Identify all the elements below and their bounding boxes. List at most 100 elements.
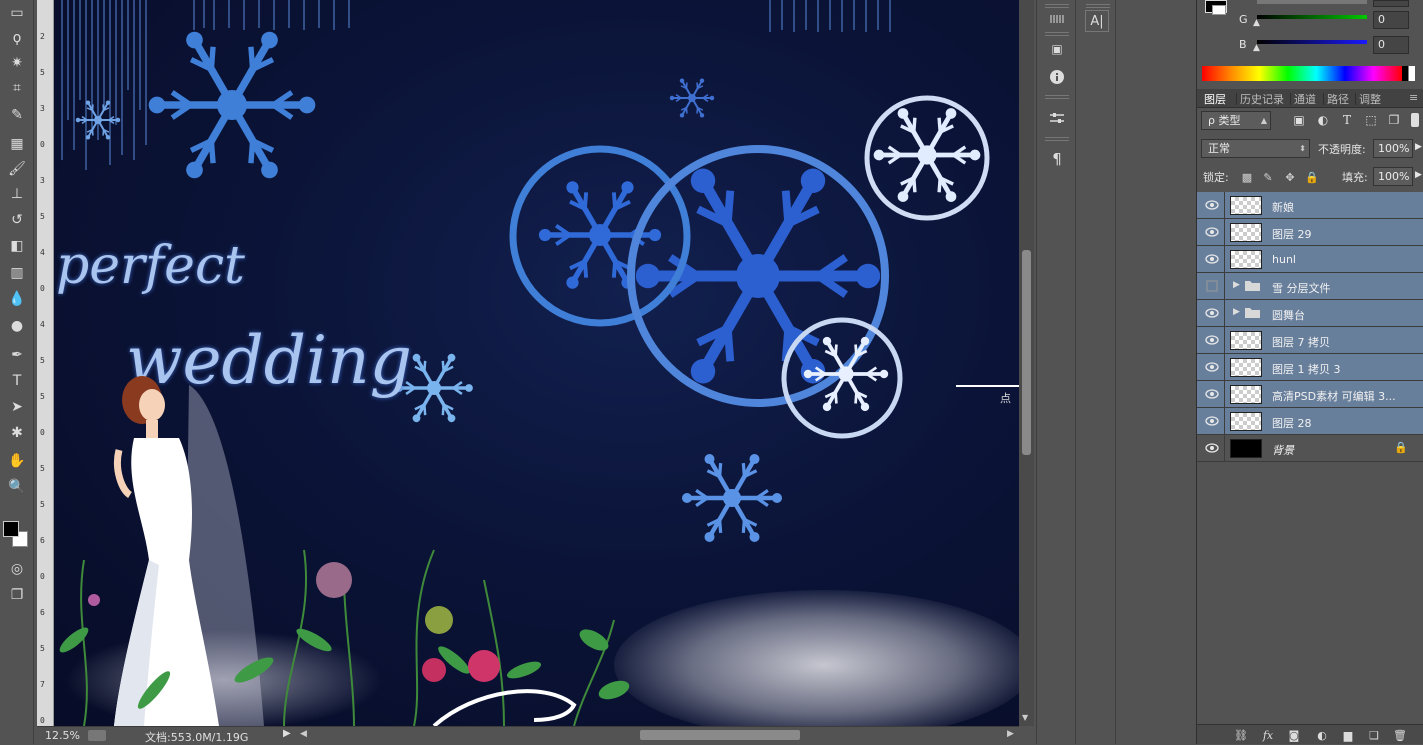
eye-icon[interactable] [1205,333,1219,347]
g-value-field[interactable]: 0 [1373,11,1409,29]
scroll-left-icon[interactable]: ◀ [300,729,307,739]
horizontal-scrollbar-thumb[interactable] [640,730,800,740]
layer-row[interactable]: 图层 1 拷贝 3 [1197,354,1423,381]
scroll-right-icon[interactable]: ▶ [1007,729,1014,739]
layer-thumbnail[interactable] [1230,331,1262,350]
lock-transparent-pixels-icon[interactable]: ▩ [1240,170,1254,184]
filter-pixel-icon[interactable]: ▣ [1292,113,1306,127]
tab-2[interactable]: 通道 [1294,91,1316,107]
status-menu-arrow-icon[interactable]: ▶ [283,728,291,739]
b-value-field[interactable]: 0 [1373,36,1409,54]
b-slider-track[interactable] [1257,40,1367,44]
lock-position-icon[interactable]: ✥ [1283,170,1297,184]
zoom-tool-icon[interactable]: 🔍 [5,476,29,498]
character-panel-icon[interactable]: A| [1085,10,1109,32]
panel-menu-icon[interactable]: ≡ [1409,91,1418,104]
color-spectrum-bar[interactable] [1202,66,1415,81]
new-layer-icon[interactable]: ❏ [1367,728,1381,742]
hidden-visibility-box[interactable] [1205,279,1219,293]
lock-all-icon[interactable]: 🔒 [1305,170,1319,184]
eye-icon[interactable] [1205,441,1219,455]
layer-thumbnail[interactable] [1230,412,1262,431]
clone-stamp-icon[interactable]: ⊥ [5,183,29,205]
healing-brush-icon[interactable]: ▦ [5,133,29,155]
lock-image-pixels-icon[interactable]: ✎ [1261,170,1275,184]
properties-sliders-icon[interactable] [1045,107,1069,129]
eraser-icon[interactable]: ◧ [5,235,29,257]
eye-icon[interactable] [1205,198,1219,212]
r-value-field[interactable] [1373,0,1409,7]
filter-toggle-switch[interactable] [1411,113,1419,127]
layer-row[interactable]: 图层 7 拷贝 [1197,327,1423,354]
custom-shape-icon[interactable]: ✱ [5,422,29,444]
opacity-field[interactable]: 100% [1373,139,1413,158]
fill-dropdown-icon[interactable]: ▶ [1415,170,1422,180]
new-adjustment-layer-icon[interactable]: ◐ [1315,728,1329,742]
tab-3[interactable]: 路径 [1327,91,1349,107]
gradient-tool-icon[interactable]: ▥ [5,262,29,284]
layer-thumbnail[interactable] [1230,223,1262,242]
layer-style-fx-icon[interactable]: fx [1261,728,1275,742]
eye-icon[interactable] [1205,306,1219,320]
crop-tool-icon[interactable]: ⌗ [5,77,29,99]
expand-group-icon[interactable]: ▶ [1233,307,1240,317]
filter-smart-object-icon[interactable]: ❐ [1387,113,1401,127]
quick-mask-icon[interactable]: ◎ [5,558,29,580]
layer-row[interactable]: ▶圆舞台 [1197,300,1423,327]
3d-panel-icon[interactable]: ▣ [1045,38,1069,60]
g-slider-handle-icon[interactable]: ▲ [1253,18,1260,28]
tab-4[interactable]: 调整 [1359,91,1381,107]
screen-mode-icon[interactable]: ❐ [5,584,29,606]
layer-row[interactable]: 新娘 [1197,192,1423,219]
layer-row[interactable]: 背景🔒 [1197,435,1423,462]
layer-row[interactable]: 图层 29 [1197,219,1423,246]
document-canvas[interactable]: perfect wedding 点 [54,0,1019,726]
add-mask-icon[interactable]: ◙ [1287,728,1301,742]
panel-grip[interactable] [1086,4,1110,8]
link-layers-icon[interactable]: ⛓ [1234,728,1248,742]
eye-icon[interactable] [1205,360,1219,374]
eye-icon[interactable] [1205,252,1219,266]
brush-tool-icon[interactable]: 🖌 [5,158,29,180]
layer-row[interactable]: ▶雪 分层文件 [1197,273,1423,300]
eye-icon[interactable] [1205,414,1219,428]
info-icon[interactable] [1045,66,1069,88]
layer-thumbnail[interactable] [1230,196,1262,215]
layer-filter-kind-select[interactable]: ρ 类型▲ [1201,111,1271,130]
blur-tool-icon[interactable]: 💧 [5,288,29,310]
b-slider-handle-icon[interactable]: ▲ [1253,43,1260,53]
path-selection-icon[interactable]: ➤ [5,396,29,418]
expand-group-icon[interactable]: ▶ [1233,280,1240,290]
delete-layer-icon[interactable]: 🗑 [1393,728,1407,742]
panel-grip[interactable] [1045,95,1069,99]
filter-type-icon[interactable]: T [1340,113,1354,127]
layer-row[interactable]: hunl [1197,246,1423,273]
brush-presets-icon[interactable] [1045,8,1069,30]
blend-mode-select[interactable]: 正常⬍ [1201,139,1310,158]
marquee-tool-icon[interactable]: ▭ [5,2,29,24]
history-brush-icon[interactable]: ↺ [5,209,29,231]
layer-thumbnail[interactable] [1230,250,1262,269]
fill-field[interactable]: 100% [1373,167,1413,186]
lasso-tool-icon[interactable]: ϙ [5,27,29,49]
dodge-tool-icon[interactable]: ● [5,315,29,337]
panel-grip[interactable] [1045,137,1069,141]
paragraph-icon[interactable]: ¶ [1045,148,1069,170]
layer-thumbnail[interactable] [1230,385,1262,404]
opacity-dropdown-icon[interactable]: ▶ [1415,142,1422,152]
tab-1[interactable]: 历史记录 [1240,91,1284,107]
hand-tool-icon[interactable]: ✋ [5,450,29,472]
magic-wand-icon[interactable]: ✷ [5,52,29,74]
vertical-scrollbar-thumb[interactable] [1022,250,1031,455]
zoom-level[interactable]: 12.5% [45,729,80,742]
type-tool-icon[interactable]: T [5,370,29,392]
pen-tool-icon[interactable]: ✒ [5,344,29,366]
filter-shape-icon[interactable]: ⬚ [1364,113,1378,127]
filter-adjustment-icon[interactable]: ◐ [1316,113,1330,127]
layer-thumbnail[interactable] [1230,439,1262,458]
layer-thumbnail[interactable] [1230,358,1262,377]
eye-icon[interactable] [1205,387,1219,401]
panel-grip[interactable] [1045,32,1069,36]
background-color-swatch[interactable] [1212,5,1226,15]
tab-0[interactable]: 图层 [1204,91,1226,107]
